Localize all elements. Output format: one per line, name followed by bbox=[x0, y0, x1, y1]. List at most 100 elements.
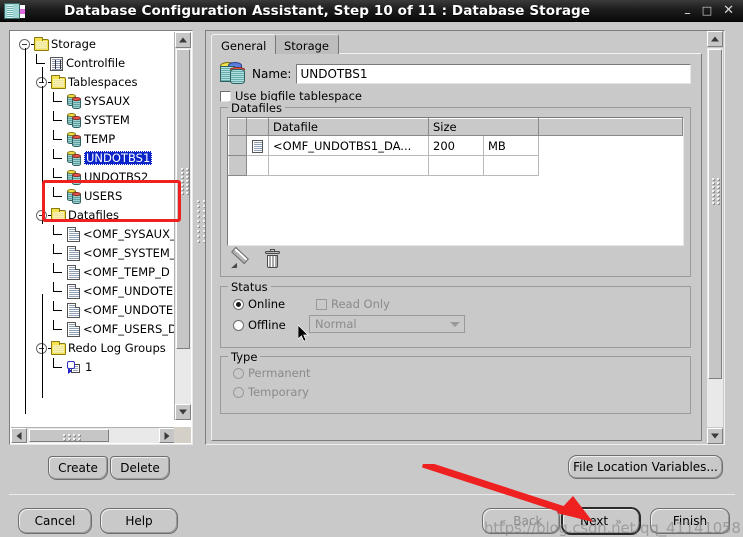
tree-node-label: USERS bbox=[84, 189, 123, 203]
tree-node-label: Datafiles bbox=[68, 208, 119, 222]
col-header-size[interactable]: Size bbox=[427, 118, 540, 136]
tree-node[interactable]: SYSAUX bbox=[15, 92, 175, 111]
read-only-label: Read Only bbox=[331, 297, 390, 311]
tree-scroll-corner bbox=[174, 427, 191, 443]
tree-node-label: Tablespaces bbox=[68, 75, 138, 89]
datafiles-table-wrapper[interactable]: Datafile Size <OMF_UNDOTBS1_DA... 200 MB bbox=[227, 117, 684, 246]
cell-size-unit[interactable]: MB bbox=[482, 135, 540, 156]
read-only-row: Read Only bbox=[316, 297, 390, 311]
cell-size[interactable]: 200 bbox=[428, 135, 484, 156]
tree-connector bbox=[53, 358, 67, 377]
status-online-row[interactable]: Online bbox=[233, 297, 285, 311]
tree-node[interactable]: Tablespaces bbox=[15, 73, 175, 92]
tree-scroll-up-button[interactable] bbox=[175, 32, 191, 48]
cell-datafile[interactable]: <OMF_UNDOTBS1_DA... bbox=[268, 135, 429, 156]
offline-radio[interactable] bbox=[233, 319, 244, 331]
tree-node[interactable]: UNDOTBS1 bbox=[15, 149, 175, 168]
table-row[interactable]: <OMF_UNDOTBS1_DA... 200 MB bbox=[228, 135, 683, 156]
datafile-icon bbox=[67, 322, 80, 337]
tree-node-label: <OMF_SYSTEM_ bbox=[83, 246, 175, 260]
cancel-button[interactable]: Cancel bbox=[18, 508, 92, 534]
status-group-title: Status bbox=[228, 280, 271, 294]
cell-datafile[interactable] bbox=[268, 155, 429, 176]
window-title: Database Configuration Assistant, Step 1… bbox=[64, 2, 591, 19]
redolog-icon bbox=[67, 360, 82, 375]
tree-hscroll-thumb[interactable] bbox=[29, 429, 109, 442]
file-location-variables-button[interactable]: File Location Variables... bbox=[568, 455, 723, 479]
maximize-icon[interactable]: □ bbox=[702, 5, 712, 16]
tree-connector bbox=[53, 244, 67, 263]
help-button[interactable]: Help bbox=[100, 508, 178, 534]
col-header-blank[interactable] bbox=[538, 118, 683, 136]
tree-node[interactable]: <OMF_USERS_D bbox=[15, 320, 175, 339]
tree-node[interactable]: Datafiles bbox=[15, 206, 175, 225]
tree-scroll-right-button[interactable] bbox=[159, 428, 175, 443]
tab-general[interactable]: General bbox=[211, 34, 277, 54]
tree-node-label: Storage bbox=[51, 37, 96, 51]
tree-node[interactable]: <OMF_UNDOTE bbox=[15, 301, 175, 320]
tree-node[interactable]: <OMF_TEMP_D bbox=[15, 263, 175, 282]
datafile-icon bbox=[67, 246, 80, 261]
cell-size[interactable] bbox=[428, 155, 484, 176]
tablespace-icon bbox=[67, 112, 82, 128]
create-button[interactable]: Create bbox=[48, 456, 108, 480]
split-pane-divider[interactable] bbox=[195, 30, 205, 445]
detail-vertical-scrollbar[interactable] bbox=[706, 31, 724, 444]
close-icon[interactable]: ✕ bbox=[723, 4, 734, 17]
tree-vertical-scrollbar[interactable] bbox=[174, 32, 191, 420]
tree-vscroll-grip bbox=[181, 168, 189, 194]
bigfile-checkbox[interactable] bbox=[220, 90, 231, 102]
online-radio[interactable] bbox=[233, 298, 244, 310]
tree-node-label: UNDOTBS1 bbox=[84, 151, 153, 165]
tree-node[interactable]: 1 bbox=[15, 358, 175, 377]
tree-node[interactable]: <OMF_UNDOTE bbox=[15, 282, 175, 301]
status-offline-row[interactable]: Offline bbox=[233, 318, 286, 332]
row-header[interactable] bbox=[228, 135, 247, 156]
tree-node[interactable]: USERS bbox=[15, 187, 175, 206]
watermark-text: https://blog.csdn.net/qq_41141058 bbox=[484, 519, 741, 537]
detail-vscroll-thumb[interactable] bbox=[708, 49, 722, 379]
tree-vscroll-thumb[interactable] bbox=[176, 49, 190, 349]
detail-scroll-up-button[interactable] bbox=[707, 31, 723, 47]
edit-pencil-icon[interactable] bbox=[229, 250, 249, 270]
name-input[interactable]: UNDOTBS1 bbox=[296, 64, 691, 84]
tree-node[interactable]: SYSTEM bbox=[15, 111, 175, 130]
row-header[interactable] bbox=[228, 155, 247, 176]
tree-node-label: <OMF_USERS_D bbox=[83, 322, 175, 336]
tree-node[interactable]: TEMP bbox=[15, 130, 175, 149]
tree-connector bbox=[53, 187, 67, 206]
detail-scroll-down-button[interactable] bbox=[707, 428, 723, 444]
offline-mode-value: Normal bbox=[315, 317, 357, 331]
cell-size-unit[interactable] bbox=[482, 155, 540, 176]
tree-node-label: SYSTEM bbox=[84, 113, 130, 127]
tree-node[interactable]: UNDOTBS2 bbox=[15, 168, 175, 187]
tab-storage[interactable]: Storage bbox=[274, 34, 339, 54]
tree-node-label: SYSAUX bbox=[84, 94, 130, 108]
tree-node[interactable]: <OMF_SYSTEM_ bbox=[15, 244, 175, 263]
tree-scroll-down-button[interactable] bbox=[175, 404, 191, 420]
datafile-icon bbox=[67, 284, 80, 299]
tab-panel-general: Name: UNDOTBS1 Use bigfile tablespace Da… bbox=[211, 53, 702, 441]
col-header-datafile[interactable]: Datafile bbox=[268, 118, 429, 136]
tree-connector-line bbox=[42, 294, 43, 398]
tree-node[interactable]: <OMF_SYSAUX_ bbox=[15, 225, 175, 244]
delete-trash-icon[interactable] bbox=[265, 249, 280, 269]
tree-node[interactable]: Storage bbox=[15, 35, 175, 54]
col-header-icon[interactable] bbox=[246, 118, 269, 136]
tree-node[interactable]: Controlfile bbox=[15, 54, 175, 73]
table-row[interactable] bbox=[228, 155, 683, 176]
folder-icon bbox=[51, 340, 66, 355]
tree-horizontal-scrollbar[interactable] bbox=[11, 427, 175, 443]
col-header-rownum[interactable] bbox=[228, 118, 247, 136]
tree-scroll-left-button[interactable] bbox=[11, 428, 27, 443]
tree-connector bbox=[53, 225, 67, 244]
type-permanent-row: Permanent bbox=[233, 366, 311, 380]
type-group-title: Type bbox=[228, 350, 261, 364]
datafiles-table: Datafile Size <OMF_UNDOTBS1_DA... 200 MB bbox=[228, 118, 683, 176]
delete-button[interactable]: Delete bbox=[110, 456, 170, 480]
minimize-icon[interactable]: – bbox=[684, 7, 691, 20]
tree-connector bbox=[36, 54, 50, 73]
tree-node[interactable]: Redo Log Groups bbox=[15, 339, 175, 358]
tree-scroll-area[interactable]: Storage Controlfile Tablespaces SYSAUX SYSTE… bbox=[11, 32, 175, 420]
name-row: Name: UNDOTBS1 bbox=[220, 62, 691, 86]
